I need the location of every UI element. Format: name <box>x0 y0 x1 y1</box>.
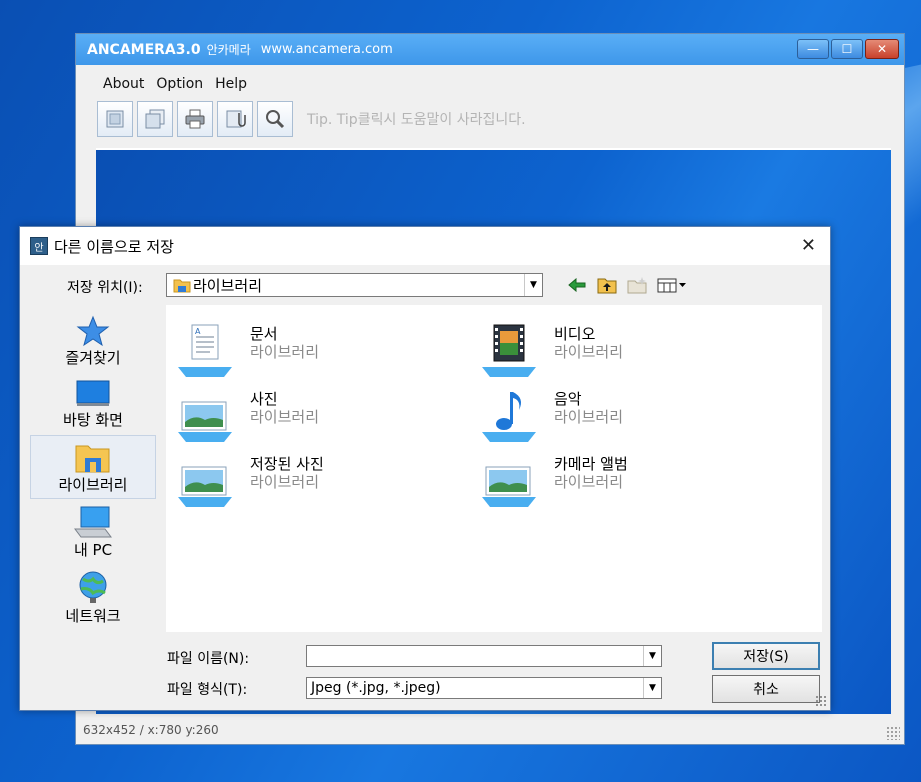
zoom-button[interactable] <box>257 101 293 137</box>
library-saved-pictures[interactable]: 저장된 사진 라이브러리 <box>176 453 456 513</box>
library-type: 라이브러리 <box>554 343 624 361</box>
status-bar: 632x452 / x:780 y:260 <box>83 723 219 737</box>
saved-pictures-library-icon <box>178 466 232 507</box>
place-this-pc[interactable]: 내 PC <box>30 505 156 565</box>
library-folder-icon <box>173 279 191 293</box>
place-label: 라이브러리 <box>58 476 128 494</box>
navigation-toolbar <box>566 275 688 295</box>
library-camera-roll[interactable]: 카메라 앨범 라이브러리 <box>480 453 760 513</box>
maximize-button[interactable]: ☐ <box>831 39 863 59</box>
chevron-down-icon[interactable]: ▼ <box>643 678 661 698</box>
dialog-title: 다른 이름으로 저장 <box>54 237 174 256</box>
minimize-button[interactable]: — <box>797 39 829 59</box>
app-title: ANCAMERA3.0 <box>87 41 201 58</box>
filename-label: 파일 이름(N): <box>167 651 250 667</box>
minimize-icon: — <box>807 42 819 56</box>
window-controls: — ☐ ✕ <box>797 39 899 59</box>
save-button[interactable]: 저장(S) <box>712 642 820 670</box>
camera-roll-library-icon <box>482 466 536 507</box>
library-documents[interactable]: A 문서 라이브러리 <box>176 323 456 383</box>
close-icon: ✕ <box>876 42 888 56</box>
dialog-resize-grip[interactable] <box>815 695 827 707</box>
cancel-button[interactable]: 취소 <box>712 675 820 703</box>
resize-grip[interactable] <box>886 726 900 740</box>
printer-icon <box>185 109 205 129</box>
app-subtitle: 안카메라 <box>206 43 251 57</box>
pictures-library-icon <box>178 401 232 442</box>
app-logo-icon: 안 <box>30 237 48 255</box>
save-location-value: 라이브러리 <box>193 276 263 295</box>
file-list[interactable]: A 문서 라이브러리 비디오 라이브러리 사진 라이브러리 음악 라이브러리 저… <box>166 305 822 632</box>
menu-option[interactable]: Option <box>156 76 203 92</box>
up-folder-icon[interactable] <box>596 275 618 295</box>
menu-about[interactable]: About <box>103 76 144 92</box>
app-titlebar[interactable]: ANCAMERA3.0 안카메라 www.ancamera.com <box>76 34 904 65</box>
magnifier-icon <box>266 110 285 129</box>
filename-input[interactable]: ▼ <box>306 645 662 667</box>
music-library-icon <box>482 392 536 442</box>
svg-text:A: A <box>195 327 201 336</box>
place-network[interactable]: 네트워크 <box>30 569 156 631</box>
menu-bar: About Option Help <box>103 76 247 92</box>
dialog-close-button[interactable]: ✕ <box>801 235 816 256</box>
filetype-label: 파일 형식(T): <box>167 682 248 698</box>
dialog-titlebar[interactable]: 안 다른 이름으로 저장 <box>20 227 830 265</box>
capture-window-icon <box>145 109 165 129</box>
places-bar: 즐겨찾기 바탕 화면 라이브러리 내 PC 네트워크 <box>28 305 158 635</box>
place-favorites[interactable]: 즐겨찾기 <box>30 315 156 369</box>
library-music[interactable]: 음악 라이브러리 <box>480 388 760 448</box>
print-button[interactable] <box>177 101 213 137</box>
back-arrow-icon[interactable] <box>566 275 588 295</box>
documents-library-icon: A <box>178 324 232 377</box>
library-type: 라이브러리 <box>554 408 624 426</box>
place-label: 바탕 화면 <box>63 411 123 429</box>
save-location-dropdown[interactable]: 라이브러리 ▼ <box>166 273 543 297</box>
new-folder-icon[interactable] <box>626 275 648 295</box>
library-type: 라이브러리 <box>554 473 624 491</box>
library-folder-icon <box>75 445 110 473</box>
library-type: 라이브러리 <box>250 473 320 491</box>
place-label: 즐겨찾기 <box>65 349 121 367</box>
capture-screen-icon <box>106 110 124 128</box>
close-button[interactable]: ✕ <box>865 39 899 59</box>
chevron-down-icon[interactable]: ▼ <box>643 646 661 666</box>
menu-help[interactable]: Help <box>215 76 247 92</box>
place-label: 내 PC <box>73 541 113 559</box>
library-type: 라이브러리 <box>250 343 320 361</box>
place-desktop[interactable]: 바탕 화면 <box>30 379 156 433</box>
clipboard-clip-icon <box>226 110 246 128</box>
tip-text[interactable]: Tip. Tip클릭시 도움말이 사라집니다. <box>307 109 526 129</box>
place-libraries[interactable]: 라이브러리 <box>30 435 156 499</box>
app-url: www.ancamera.com <box>260 42 393 57</box>
place-label: 네트워크 <box>65 607 121 625</box>
toolbar: Tip. Tip클릭시 도움말이 사라집니다. <box>97 101 526 137</box>
filetype-select[interactable]: Jpeg (*.jpg, *.jpeg) ▼ <box>306 677 662 699</box>
clipboard-button[interactable] <box>217 101 253 137</box>
favorites-star-icon <box>76 315 110 347</box>
library-type: 라이브러리 <box>250 408 320 426</box>
capture-window-button[interactable] <box>137 101 173 137</box>
chevron-down-icon[interactable]: ▼ <box>524 274 542 296</box>
save-location-label: 저장 위치(I): <box>67 280 143 296</box>
capture-button[interactable] <box>97 101 133 137</box>
maximize-icon: ☐ <box>841 42 853 56</box>
desktop-icon <box>76 380 110 406</box>
view-menu-icon[interactable] <box>656 275 688 295</box>
library-pictures[interactable]: 사진 라이브러리 <box>176 388 456 448</box>
filetype-value: Jpeg (*.jpg, *.jpeg) <box>311 680 441 696</box>
library-videos[interactable]: 비디오 라이브러리 <box>480 323 760 383</box>
network-globe-icon <box>79 571 107 603</box>
computer-icon <box>74 506 112 538</box>
save-as-dialog: 안 다른 이름으로 저장 ✕ 저장 위치(I): 라이브러리 ▼ 즐겨찾기 바탕… <box>19 226 831 711</box>
videos-library-icon <box>482 324 536 377</box>
